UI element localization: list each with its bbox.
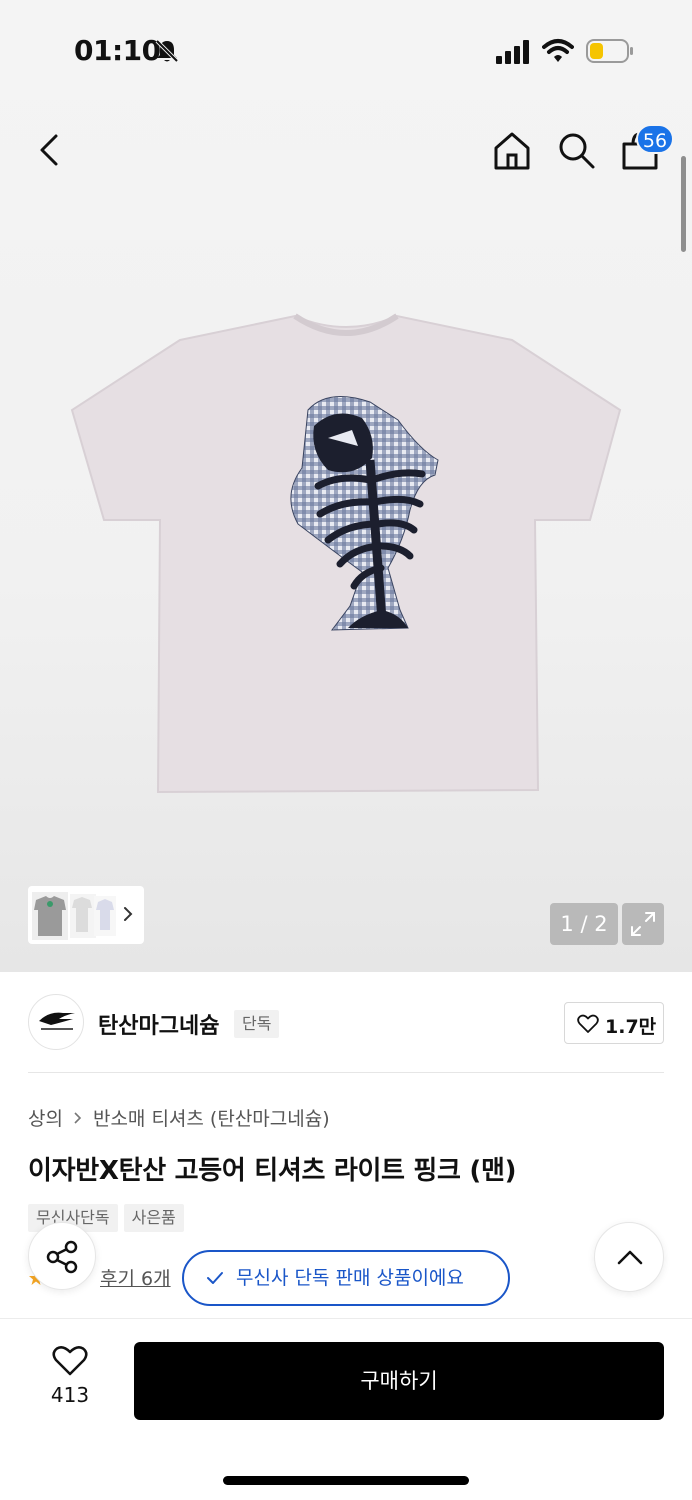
breadcrumb-item-category[interactable]: 상의 <box>28 1104 63 1131</box>
exclusive-notice-button[interactable]: 무신사 단독 판매 상품이에요 <box>182 1250 510 1306</box>
heart-icon <box>52 1346 88 1376</box>
product-title: 이자반X탄산 고등어 티셔츠 라이트 핑크 (맨) <box>28 1156 517 1186</box>
expand-button[interactable] <box>622 903 664 945</box>
search-icon[interactable] <box>554 128 598 172</box>
battery-icon <box>586 39 633 63</box>
brand-row[interactable]: 탄산마그네슘 단독 1.7만 <box>0 972 692 1074</box>
brand-like-count: 1.7만 <box>605 1016 657 1038</box>
breadcrumb-item-subcategory[interactable]: 반소매 티셔츠 (탄산마그네슘) <box>93 1104 330 1131</box>
chevron-right-icon <box>74 1111 82 1124</box>
bell-off-icon <box>155 39 179 63</box>
thumbnail-images <box>32 892 116 940</box>
share-button[interactable] <box>28 1222 96 1290</box>
image-counter: 1 / 2 <box>550 903 618 945</box>
brand-name[interactable]: 탄산마그네슘 <box>98 1008 219 1040</box>
thumbnail-strip[interactable] <box>28 886 144 944</box>
back-arrow-icon[interactable] <box>30 128 70 172</box>
buy-button[interactable]: 구매하기 <box>134 1342 664 1420</box>
product-image[interactable] <box>70 310 622 800</box>
brand-logo[interactable] <box>28 994 84 1050</box>
top-navigation <box>0 100 692 200</box>
exclusive-notice-text: 무신사 단독 판매 상품이에요 <box>236 1267 464 1289</box>
brand-exclusive-tag: 단독 <box>234 1010 280 1038</box>
home-indicator[interactable] <box>223 1476 469 1485</box>
chevron-up-icon <box>617 1250 643 1265</box>
wishlist-count: 413 <box>50 1383 90 1407</box>
bottom-action-bar: 413 구매하기 <box>0 1318 692 1500</box>
home-icon[interactable] <box>490 128 534 172</box>
product-tag: 사은품 <box>123 1204 184 1232</box>
chevron-right-icon <box>124 907 133 921</box>
breadcrumb: 상의 반소매 티셔츠 (탄산마그네슘) <box>28 1104 330 1131</box>
share-icon <box>46 1240 78 1274</box>
heart-icon <box>577 1014 599 1033</box>
status-time: 01:10 <box>74 34 161 67</box>
expand-icon <box>631 912 655 936</box>
wishlist-button[interactable]: 413 <box>34 1345 106 1415</box>
status-bar: 01:10 <box>0 0 692 100</box>
scrollbar[interactable] <box>681 156 686 252</box>
signal-icon <box>496 40 529 64</box>
wifi-icon <box>542 39 574 62</box>
brand-logo-mark <box>39 1012 75 1030</box>
brand-like-button[interactable]: 1.7만 <box>564 1002 664 1044</box>
review-count-link[interactable]: 후기 6개 <box>100 1264 171 1291</box>
scroll-to-top-button[interactable] <box>594 1222 664 1292</box>
checkmark-icon <box>207 1272 223 1284</box>
cart-count-badge: 56 <box>636 124 674 154</box>
divider <box>28 1072 664 1073</box>
